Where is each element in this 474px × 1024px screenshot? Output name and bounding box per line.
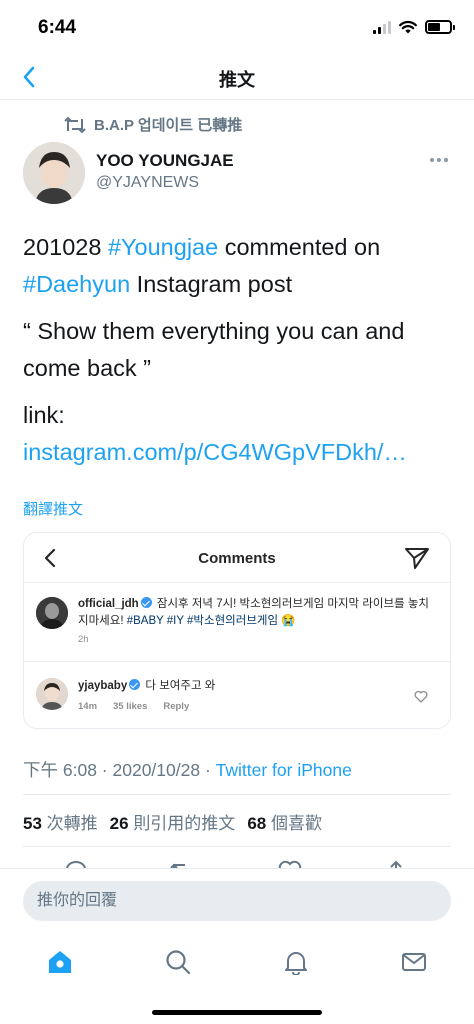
signal-icon bbox=[373, 20, 391, 34]
comment-time: 2h bbox=[78, 634, 89, 645]
tweet-timestamp: 下午 6:08 · 2020/10/28 · Twitter for iPhon… bbox=[23, 757, 352, 782]
tweet-date: 2020/10/28 bbox=[112, 760, 201, 780]
battery-icon bbox=[425, 20, 455, 34]
tweet-text: 201028 bbox=[23, 234, 108, 260]
page-title: 推文 bbox=[219, 70, 255, 90]
comment-meta: 2h bbox=[78, 634, 89, 645]
comment-meta: 14m 35 likes Reply bbox=[78, 701, 189, 712]
tweet-paragraph-2: “ Show them everything you can and come … bbox=[23, 318, 405, 381]
hashtag-link[interactable]: #Daehyun bbox=[23, 271, 130, 297]
quotes-count: 26 bbox=[109, 814, 129, 833]
author-name[interactable]: YOO YOUNGJAE bbox=[96, 151, 234, 171]
author-avatar[interactable] bbox=[23, 142, 85, 204]
search-icon bbox=[166, 950, 191, 975]
tweet-media-image[interactable]: Comments official_jdh 잠시후 저녁 7시! 박소현의러브게… bbox=[23, 532, 451, 729]
media-comment-1: official_jdh 잠시후 저녁 7시! 박소현의러브게임 마지막 라이브… bbox=[24, 583, 450, 662]
author-handle[interactable]: @YJAYNEWS bbox=[96, 174, 199, 192]
translate-tweet-link[interactable]: 翻譯推文 bbox=[23, 498, 83, 519]
hashtag-link[interactable]: #Youngjae bbox=[108, 234, 218, 260]
separator: · bbox=[96, 760, 113, 780]
header: 推文 bbox=[0, 54, 474, 100]
comment-text: official_jdh 잠시후 저녁 7시! 박소현의러브게임 마지막 라이브… bbox=[78, 596, 438, 630]
bell-icon bbox=[285, 952, 307, 975]
comment-reply: Reply bbox=[163, 701, 190, 712]
media-comments-bar: Comments bbox=[24, 533, 450, 583]
link-label: link: bbox=[23, 402, 65, 428]
status-time: 6:44 bbox=[38, 17, 77, 38]
quotes-label: 則引用的推文 bbox=[133, 814, 236, 833]
comment-body: 다 보여주고 와 bbox=[142, 680, 216, 692]
divider bbox=[23, 846, 451, 847]
commenter-avatar bbox=[36, 597, 68, 629]
home-icon bbox=[49, 951, 71, 973]
tweet-text: commented on bbox=[218, 234, 381, 260]
home-indicator bbox=[152, 1010, 322, 1015]
comment-likes: 35 likes bbox=[113, 701, 148, 712]
heart-icon bbox=[414, 690, 428, 703]
likes-count: 68 bbox=[247, 814, 267, 833]
tweet-paragraph-3: link: instagram.com/p/CG4WGpVFDkh/… bbox=[23, 397, 453, 471]
commenter-avatar bbox=[36, 678, 68, 710]
tweet-text: Instagram post bbox=[130, 271, 293, 297]
comment-hashtags: #BABY #IY #박소현의러브게임 bbox=[126, 615, 279, 627]
likes-stat[interactable]: 68 個喜歡 bbox=[247, 809, 322, 834]
retweet-context[interactable]: B.A.P 업데이트 已轉推 bbox=[64, 114, 242, 135]
retweets-stat[interactable]: 53 次轉推 bbox=[23, 809, 98, 834]
status-icons bbox=[373, 20, 455, 34]
comment-username: official_jdh bbox=[78, 598, 139, 610]
retweets-label: 次轉推 bbox=[46, 814, 98, 833]
media-comments-title: Comments bbox=[198, 550, 276, 567]
mail-icon bbox=[402, 953, 426, 971]
verified-badge-icon bbox=[140, 597, 152, 608]
send-icon bbox=[405, 548, 429, 569]
likes-label: 個喜歡 bbox=[270, 814, 322, 833]
tweet-source-link[interactable]: Twitter for iPhone bbox=[216, 760, 352, 780]
avatar-image bbox=[23, 142, 85, 204]
crying-emoji-icon: 😭 bbox=[278, 615, 296, 627]
tab-messages[interactable] bbox=[394, 942, 434, 982]
comment-text: yjaybaby 다 보여주고 와 bbox=[78, 678, 438, 695]
retweet-icon bbox=[64, 116, 86, 133]
reply-bar bbox=[0, 868, 474, 932]
wifi-icon bbox=[399, 21, 417, 34]
comment-time: 14m bbox=[78, 701, 98, 712]
instagram-link[interactable]: instagram.com/p/CG4WGpVFDkh/… bbox=[23, 439, 407, 465]
tab-notifications[interactable] bbox=[276, 942, 316, 982]
quotes-stat[interactable]: 26 則引用的推文 bbox=[110, 809, 236, 834]
more-options-button[interactable] bbox=[424, 150, 454, 170]
divider bbox=[23, 794, 451, 795]
tab-search[interactable] bbox=[158, 942, 198, 982]
bottom-tab-bar bbox=[0, 932, 474, 1024]
tweet-stats: 53 次轉推 26 則引用的推文 68 個喜歡 bbox=[23, 809, 322, 834]
status-bar: 6:44 bbox=[0, 0, 474, 54]
reply-input[interactable] bbox=[23, 881, 451, 921]
separator: · bbox=[200, 760, 216, 780]
tweet-paragraph-1: 201028 #Youngjae commented on #Daehyun I… bbox=[23, 229, 453, 303]
tab-home[interactable] bbox=[40, 942, 80, 982]
retweet-context-label: B.A.P 업데이트 已轉推 bbox=[94, 117, 243, 134]
verified-badge-icon bbox=[129, 679, 141, 690]
retweets-count: 53 bbox=[23, 814, 42, 833]
comment-username: yjaybaby bbox=[78, 680, 128, 692]
tweet-time: 下午 6:08 bbox=[23, 760, 97, 780]
